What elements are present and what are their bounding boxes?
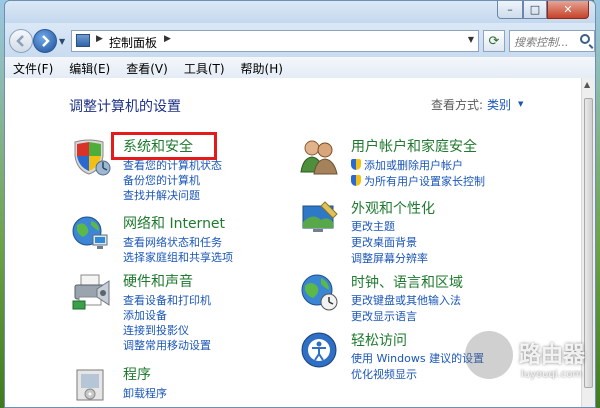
category-hardware-sound: 硬件和声音 查看设备和打印机 添加设备 连接到投影仪 调整常用移动设置 [71, 271, 301, 353]
category-title[interactable]: 用户帐户和家庭安全 [351, 136, 477, 156]
link-add-remove-users[interactable]: 添加或删除用户帐户 [351, 157, 463, 173]
menu-view[interactable]: 查看(V) [118, 57, 176, 78]
view-by-label: 查看方式: [431, 98, 484, 112]
category-title[interactable]: 轻松访问 [351, 330, 407, 350]
search-input[interactable]: 搜索控制... [514, 34, 569, 50]
link-projector[interactable]: 连接到投影仪 [123, 322, 189, 338]
minimize-button[interactable]: – [497, 1, 523, 19]
watermark: 路由器 luyouqi.com [465, 331, 585, 391]
watermark-text: 路由器 [519, 343, 586, 368]
users-icon[interactable] [299, 136, 339, 176]
chevron-down-icon[interactable]: ▼ [518, 100, 523, 108]
link-keyboard-input[interactable]: 更改键盘或其他输入法 [351, 292, 461, 308]
menu-edit[interactable]: 编辑(E) [61, 57, 118, 78]
programs-icon[interactable] [71, 364, 111, 404]
category-network-internet: 网络和 Internet 查看网络状态和任务 选择家庭组和共享选项 [71, 213, 301, 265]
breadcrumb-control-panel[interactable]: 控制面板 [109, 34, 157, 51]
search-icon[interactable] [580, 34, 590, 44]
menu-bar: 文件(F) 编辑(E) 查看(V) 工具(T) 帮助(H) [5, 57, 595, 79]
control-panel-window: – □ ✕ ▼ ▶ 控制面板 ▶ ▼ ⟳ 搜索控制... 文件(F) 编辑(E)… [4, 0, 596, 408]
category-title[interactable]: 硬件和声音 [123, 271, 193, 291]
scrollbar-thumb[interactable] [584, 98, 593, 388]
breadcrumb-separator-icon[interactable]: ▶ [164, 34, 171, 44]
refresh-icon: ⟳ [488, 33, 500, 49]
globe-clock-icon[interactable] [299, 272, 339, 312]
menu-help[interactable]: 帮助(H) [233, 57, 291, 78]
link-network-status[interactable]: 查看网络状态和任务 [123, 234, 222, 250]
maximize-button[interactable]: □ [523, 1, 547, 19]
recent-pages-dropdown[interactable]: ▼ [59, 37, 65, 46]
uac-shield-icon [351, 175, 361, 186]
link-display-language[interactable]: 更改显示语言 [351, 308, 417, 324]
appearance-icon[interactable] [299, 198, 339, 238]
view-by-dropdown[interactable]: 类别 [487, 96, 511, 113]
network-icon[interactable] [71, 213, 111, 253]
link-uninstall[interactable]: 卸载程序 [123, 385, 167, 401]
link-screen-resolution[interactable]: 调整屏幕分辨率 [351, 250, 428, 266]
ease-of-access-icon[interactable] [299, 330, 339, 370]
category-programs: 程序 卸载程序 [71, 364, 301, 404]
link-devices-printers[interactable]: 查看设备和打印机 [123, 292, 211, 308]
category-user-accounts: 用户帐户和家庭安全 添加或删除用户帐户 为所有用户设置家长控制 [299, 136, 569, 191]
link-optimize-visual[interactable]: 优化视频显示 [351, 366, 417, 382]
forward-button[interactable] [33, 29, 57, 53]
link-parental-controls[interactable]: 为所有用户设置家长控制 [351, 173, 485, 189]
shield-icon[interactable] [71, 136, 111, 176]
link-add-device[interactable]: 添加设备 [123, 307, 167, 323]
back-button[interactable] [9, 29, 33, 53]
category-title[interactable]: 外观和个性化 [351, 198, 435, 218]
link-desktop-background[interactable]: 更改桌面背景 [351, 234, 417, 250]
title-bar: – □ ✕ [5, 1, 595, 23]
printer-icon[interactable] [71, 271, 111, 311]
control-panel-icon [76, 34, 90, 47]
address-bar[interactable]: ▶ 控制面板 ▶ ▼ [71, 30, 479, 52]
forward-arrow-icon [42, 35, 50, 47]
menu-file[interactable]: 文件(F) [5, 57, 61, 78]
breadcrumb-separator-icon[interactable]: ▶ [96, 34, 103, 44]
category-clock-language: 时钟、语言和区域 更改键盘或其他输入法 更改显示语言 [299, 272, 569, 324]
refresh-button[interactable]: ⟳ [483, 30, 505, 52]
page-title: 调整计算机的设置 [69, 99, 181, 115]
category-title[interactable]: 程序 [123, 364, 151, 384]
address-dropdown-icon[interactable]: ▼ [468, 35, 474, 44]
link-mobility[interactable]: 调整常用移动设置 [123, 337, 211, 353]
uac-shield-icon [351, 159, 361, 170]
category-appearance: 外观和个性化 更改主题 更改桌面背景 调整屏幕分辨率 [299, 198, 569, 265]
category-title[interactable]: 时钟、语言和区域 [351, 272, 463, 292]
watermark-logo-icon [465, 331, 513, 379]
link-troubleshoot[interactable]: 查找并解决问题 [123, 187, 200, 203]
back-arrow-icon [16, 35, 24, 47]
menu-tools[interactable]: 工具(T) [176, 57, 233, 78]
scroll-up-icon[interactable]: ▲ [584, 80, 590, 89]
category-title[interactable]: 网络和 Internet [123, 213, 225, 233]
search-box[interactable]: 搜索控制... [509, 30, 595, 52]
link-change-theme[interactable]: 更改主题 [351, 218, 395, 234]
link-backup[interactable]: 备份您的计算机 [123, 172, 200, 188]
link-homegroup[interactable]: 选择家庭组和共享选项 [123, 249, 233, 265]
close-button[interactable]: ✕ [547, 1, 589, 19]
watermark-url: luyouqi.com [521, 369, 583, 380]
navigation-bar: ▼ ▶ 控制面板 ▶ ▼ ⟳ 搜索控制... [5, 23, 595, 57]
red-highlight-box [111, 132, 217, 160]
window-controls: – □ ✕ [497, 1, 589, 19]
